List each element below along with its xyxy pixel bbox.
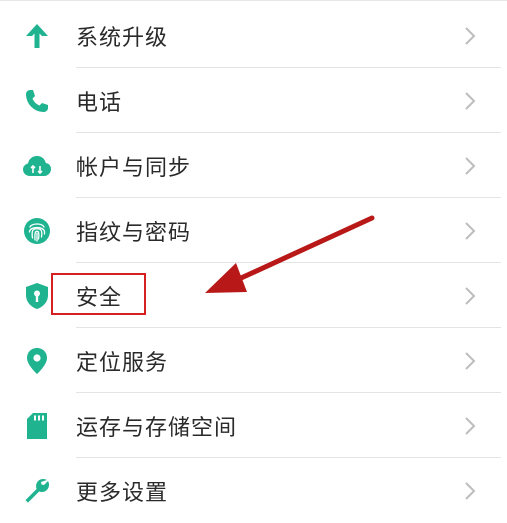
wrench-icon <box>22 476 52 506</box>
settings-item-label: 指纹与密码 <box>76 220 192 246</box>
settings-item-fingerprint-password[interactable]: 指纹与密码 <box>0 198 507 263</box>
settings-item-label: 帐户与同步 <box>76 155 192 181</box>
chevron-right-icon <box>465 416 476 435</box>
settings-item-label: 更多设置 <box>76 480 169 506</box>
settings-item-system-update[interactable]: 系统升级 <box>0 3 507 68</box>
top-divider <box>0 0 507 1</box>
chevron-right-icon <box>465 156 476 175</box>
shield-icon <box>22 281 52 311</box>
sd-card-icon <box>22 411 52 441</box>
settings-item-location[interactable]: 定位服务 <box>0 328 507 393</box>
settings-list: 系统升级 电话 帐户与同步 指纹与密码 安全 定位服务 运存与存储空间 更多设置 <box>0 3 507 523</box>
cloud-sync-icon <box>22 151 52 181</box>
arrow-up-icon <box>22 21 52 51</box>
settings-item-more-settings[interactable]: 更多设置 <box>0 458 507 523</box>
highlight-box <box>51 273 146 315</box>
settings-item-account-sync[interactable]: 帐户与同步 <box>0 133 507 198</box>
chevron-right-icon <box>465 26 476 45</box>
settings-item-label: 系统升级 <box>76 25 169 51</box>
location-pin-icon <box>22 346 52 376</box>
settings-item-label: 运存与存储空间 <box>76 415 238 441</box>
chevron-right-icon <box>465 351 476 370</box>
chevron-right-icon <box>465 481 476 500</box>
chevron-right-icon <box>465 91 476 110</box>
chevron-right-icon <box>465 221 476 240</box>
settings-item-storage[interactable]: 运存与存储空间 <box>0 393 507 458</box>
settings-item-phone[interactable]: 电话 <box>0 68 507 133</box>
fingerprint-icon <box>22 216 52 246</box>
settings-item-label: 定位服务 <box>76 350 169 376</box>
settings-item-label: 电话 <box>76 90 123 116</box>
chevron-right-icon <box>465 286 476 305</box>
phone-icon <box>22 86 52 116</box>
